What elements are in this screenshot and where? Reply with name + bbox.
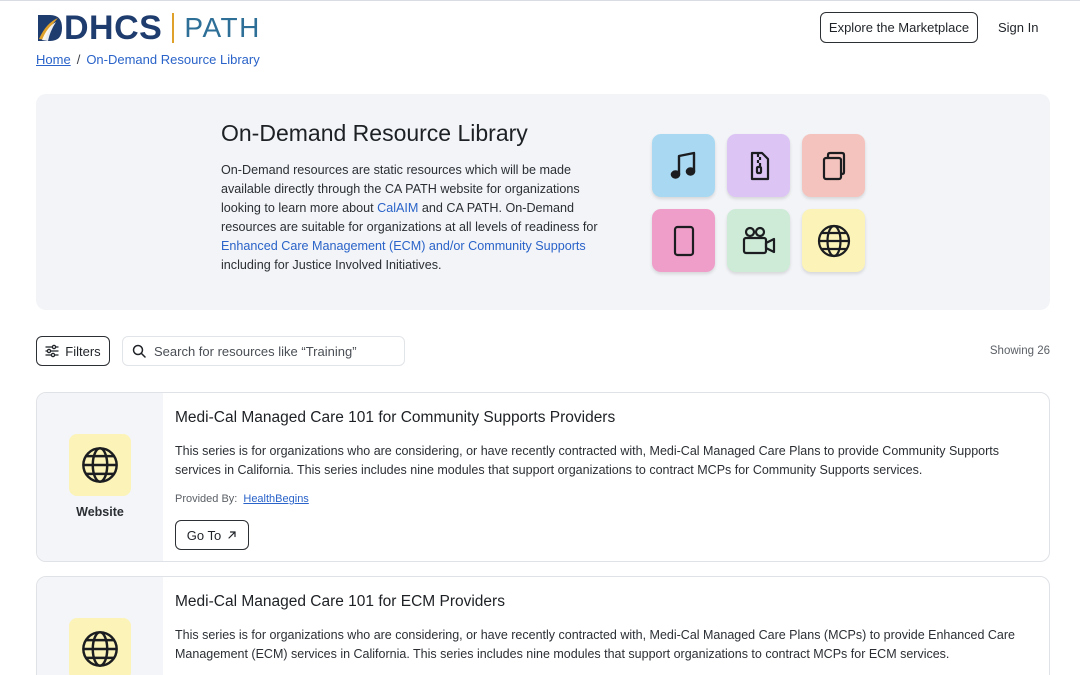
provided-by-label: Provided By:: [175, 493, 238, 505]
logo-path-text: PATH: [184, 12, 261, 43]
sign-in-link[interactable]: Sign In: [998, 12, 1038, 43]
hero-text-part-3: including for Justice Involved Initiativ…: [221, 258, 442, 272]
logo-dhcs-text: DHCS: [64, 9, 163, 47]
calaim-link[interactable]: CalAIM: [377, 201, 418, 215]
resource-type-label: Website: [76, 505, 124, 519]
breadcrumb-separator: /: [76, 52, 81, 67]
top-border: [0, 0, 1080, 1]
dhcs-path-logo[interactable]: DHCS PATH: [36, 9, 261, 47]
resource-title: Medi-Cal Managed Care 101 for Community …: [175, 409, 616, 426]
zip-file-icon: [750, 151, 769, 180]
resource-type-icon-box: [69, 618, 131, 675]
globe-icon: [817, 224, 850, 257]
resource-title: Medi-Cal Managed Care 101 for ECM Provid…: [175, 593, 505, 610]
external-arrow-icon: [228, 531, 236, 539]
files-tile: [802, 134, 865, 197]
go-to-label: Go To: [186, 527, 222, 543]
page-title: On-Demand Resource Library: [221, 120, 528, 146]
results-count: Showing 26: [989, 345, 1050, 357]
resource-description: This series is for organizations who are…: [175, 444, 999, 477]
globe-tile: [802, 209, 865, 272]
music-note-icon: [670, 151, 695, 179]
resource-type-icon-box: [69, 434, 131, 496]
filters-button[interactable]: Filters: [36, 336, 110, 366]
hero-banner: On-Demand Resource Library On-Demand res…: [36, 94, 1050, 310]
tablet-tile: [652, 209, 715, 272]
globe-icon: [82, 447, 118, 483]
resource-description: This series is for organizations who are…: [175, 628, 1015, 661]
search-box[interactable]: [122, 336, 405, 366]
hero-description: On-Demand resources are static resources…: [221, 161, 616, 275]
video-tile: [727, 209, 790, 272]
resource-card: Website Medi-Cal Managed Care 101 for EC…: [36, 576, 1050, 675]
breadcrumb-current[interactable]: On-Demand Resource Library: [86, 52, 259, 67]
copy-files-icon: [822, 151, 845, 180]
explore-marketplace-button[interactable]: Explore the Marketplace: [820, 12, 978, 43]
globe-icon: [82, 631, 118, 667]
zip-tile: [727, 134, 790, 197]
go-to-button[interactable]: Go To: [175, 520, 249, 550]
search-icon: [132, 344, 146, 358]
music-tile: [652, 134, 715, 197]
resource-card: Website Medi-Cal Managed Care 101 for Co…: [36, 392, 1050, 562]
breadcrumb-home-link[interactable]: Home: [36, 52, 71, 67]
video-camera-icon: [742, 226, 775, 254]
breadcrumb: Home / On-Demand Resource Library: [36, 52, 260, 67]
provider-link[interactable]: HealthBegins: [243, 493, 308, 505]
logo-divider: [172, 13, 175, 43]
filters-label: Filters: [65, 343, 101, 359]
sliders-icon: [45, 344, 59, 358]
tablet-icon: [673, 225, 694, 256]
search-input[interactable]: [154, 343, 394, 359]
dhcs-swoosh-icon: [36, 13, 62, 43]
provided-by: Provided By: HealthBegins: [175, 493, 309, 505]
ecm-community-supports-link[interactable]: Enhanced Care Management (ECM) and/or Co…: [221, 239, 586, 253]
